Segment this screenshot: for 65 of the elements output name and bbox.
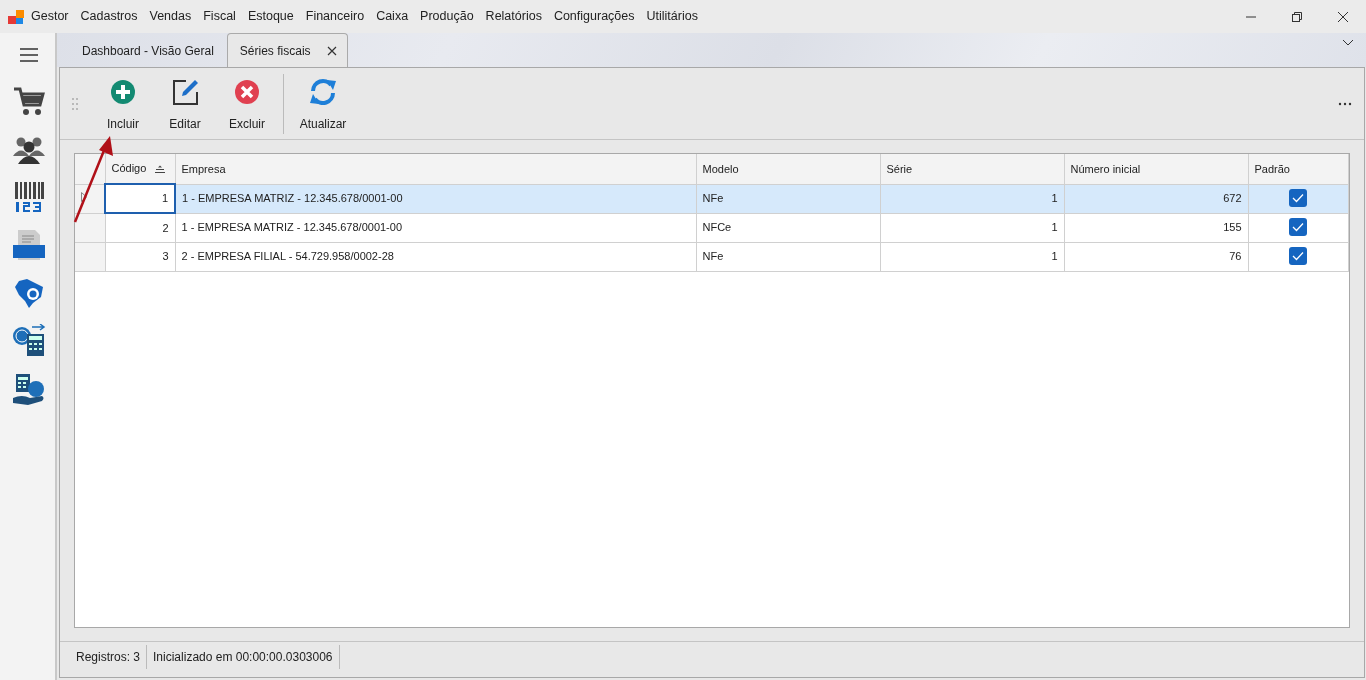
table-cell: 2 (105, 213, 175, 242)
menu-item[interactable]: Utilitários (640, 7, 704, 26)
table-cell: NFe (696, 242, 880, 271)
row-indicator-icon (81, 192, 87, 203)
table-cell: 76 (1064, 242, 1248, 271)
check-icon (1292, 251, 1304, 262)
table-row[interactable]: 2 1 - EMPRESA MATRIZ - 12.345.678/0001-00 NFCe 1 155 (75, 213, 1348, 242)
drag-handle-icon[interactable] (72, 97, 78, 110)
document-icon[interactable] (12, 229, 45, 261)
table-cell: 672 (1064, 184, 1248, 213)
table-cell: 1 (105, 184, 175, 213)
status-text: Registros: 3 (70, 644, 148, 669)
menu-item[interactable]: Relatórios (479, 7, 548, 26)
check-icon (1292, 222, 1304, 233)
tab[interactable]: Dashboard - Visão Geral (79, 33, 227, 67)
menu-item[interactable]: Produção (414, 7, 480, 26)
column-header[interactable]: Número inicial (1064, 154, 1248, 184)
more-icon[interactable] (1338, 101, 1352, 106)
cart-icon[interactable] (12, 85, 45, 117)
menu-item[interactable]: Financeiro (299, 7, 371, 26)
table-cell: 1 - EMPRESA MATRIZ - 12.345.678/0001-00 (175, 184, 696, 213)
app-name: Gestor (31, 8, 70, 26)
checkbox[interactable] (1289, 189, 1307, 208)
table-cell: 3 (105, 242, 175, 271)
column-header[interactable]: Empresa (175, 154, 696, 184)
delete-icon (233, 77, 261, 106)
column-header[interactable]: Padrão (1248, 154, 1348, 184)
column-header[interactable]: Série (880, 154, 1064, 184)
table-cell: 1 (880, 184, 1064, 213)
column-header[interactable]: Modelo (696, 154, 880, 184)
add-button[interactable]: Incluir (92, 71, 154, 136)
checkbox[interactable] (1289, 247, 1307, 266)
table-cell: 1 (880, 242, 1064, 271)
refresh-button[interactable]: Atualizar (292, 71, 354, 136)
close-icon[interactable] (326, 45, 337, 56)
table-cell: 1 - EMPRESA MATRIZ - 12.345.678/0001-00 (175, 213, 696, 242)
refresh-icon (309, 77, 337, 106)
tab[interactable]: Séries fiscais (226, 33, 348, 67)
table-cell: 2 - EMPRESA FILIAL - 54.729.958/0002-28 (175, 242, 696, 271)
column-header[interactable]: Código (105, 154, 175, 184)
calculator-icon[interactable] (11, 324, 46, 358)
menu-item[interactable]: Estoque (241, 7, 300, 26)
logo-icon (7, 7, 25, 26)
table-cell: NFe (696, 184, 880, 213)
chevron-icon[interactable] (1342, 39, 1354, 47)
table-cell: NFCe (696, 213, 880, 242)
delete-button[interactable]: Excluir (216, 71, 278, 136)
table-cell: 1 (880, 213, 1064, 242)
menu-item[interactable]: Caixa (370, 7, 415, 26)
barcode-icon[interactable] (12, 181, 45, 213)
edit-button[interactable]: Editar (154, 71, 216, 136)
status-text: Inicializado em 00:00:00.0303006 (147, 644, 340, 669)
add-icon (109, 77, 137, 106)
menu-icon[interactable] (18, 47, 39, 63)
menu-item[interactable]: Fiscal (197, 7, 242, 26)
money-hand-icon[interactable] (11, 372, 46, 406)
edit-icon (171, 77, 199, 106)
menu-item[interactable]: Configurações (547, 7, 641, 26)
table-row[interactable]: 3 2 - EMPRESA FILIAL - 54.729.958/0002-28 NFe 1 76 (75, 242, 1348, 271)
menu-item[interactable]: Cadastros (74, 7, 144, 26)
menu-item[interactable]: Vendas (143, 7, 198, 26)
check-icon (1292, 193, 1304, 204)
table-row[interactable]: 1 1 - EMPRESA MATRIZ - 12.345.678/0001-00 NFe 1 672 (75, 184, 1348, 213)
checkbox[interactable] (1289, 218, 1307, 237)
table-cell: 155 (1064, 213, 1248, 242)
